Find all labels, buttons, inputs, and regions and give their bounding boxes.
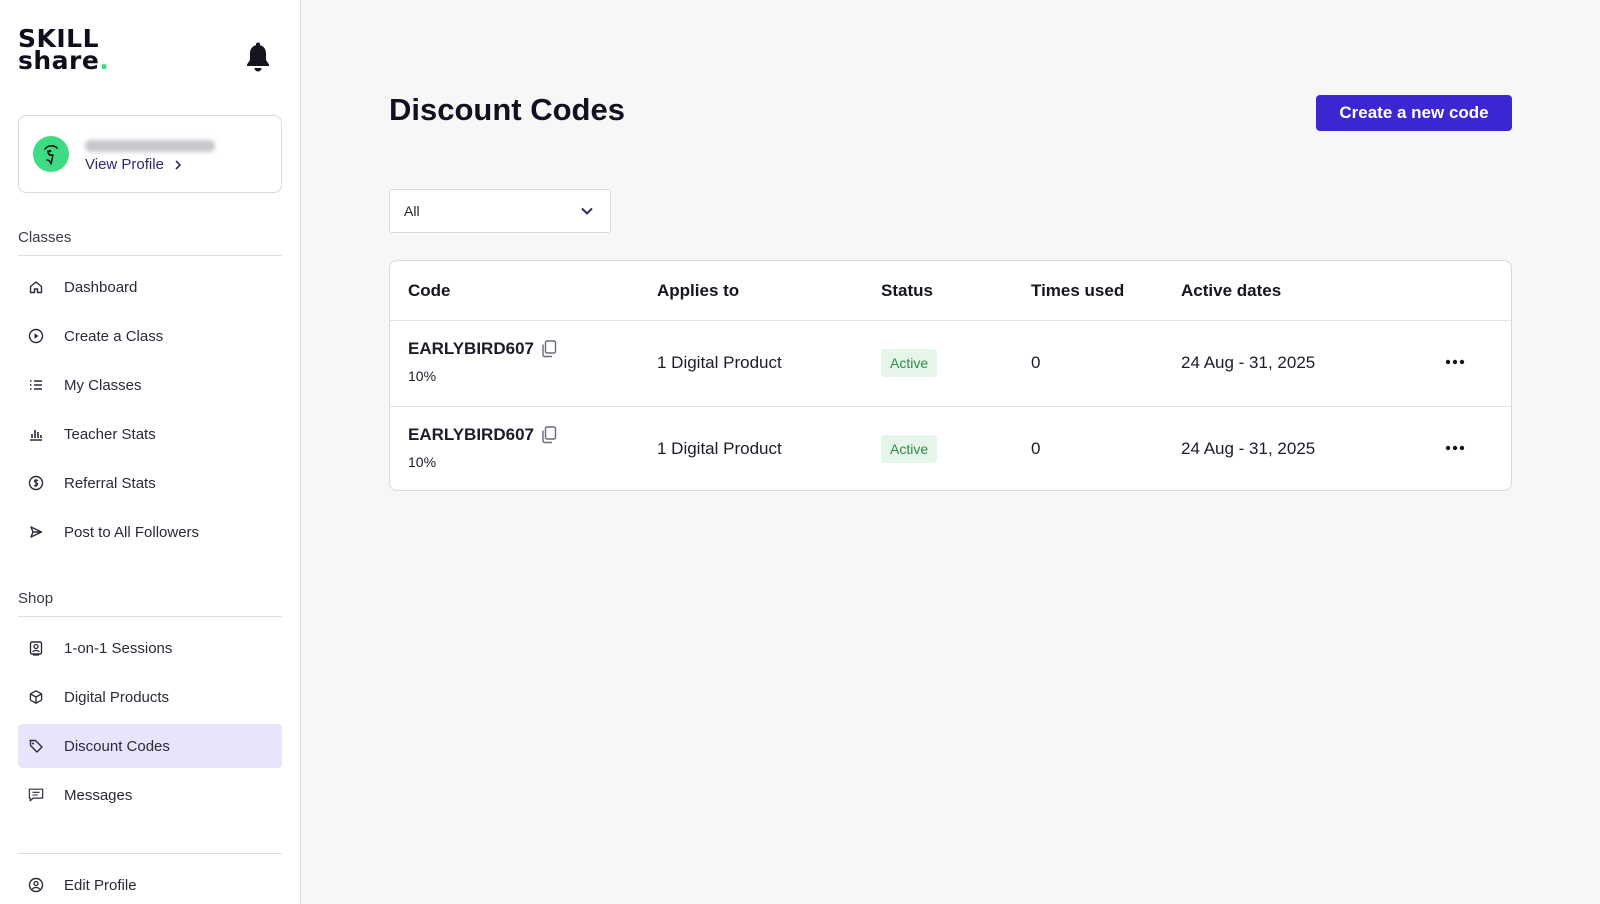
column-header-times-used: Times used [1031,281,1125,300]
skillshare-logo[interactable]: SKILL share. [18,26,109,73]
view-profile-label: View Profile [85,156,164,173]
box-icon [28,689,44,705]
sidebar-item-sessions[interactable]: 1-on-1 Sessions [18,626,282,670]
sidebar-item-post-to-followers[interactable]: Post to All Followers [18,510,282,554]
header-divider [390,320,1511,321]
times-used-value: 0 [1031,353,1041,372]
view-profile-link[interactable]: View Profile [85,156,182,173]
profile-card[interactable]: View Profile [18,115,282,193]
sidebar-item-messages[interactable]: Messages [18,773,282,817]
discount-code: EARLYBIRD607 [408,339,534,358]
applies-to-value: 1 Digital Product [657,439,782,458]
filter-selected-value: All [404,203,420,219]
dollar-circle-icon [28,475,44,491]
home-icon [28,279,44,295]
sidebar-item-label: Digital Products [64,688,170,706]
sidebar-item-referral-stats[interactable]: Referral Stats [18,461,282,505]
times-used-value: 0 [1031,439,1041,458]
sidebar-item-label: 1-on-1 Sessions [64,639,173,657]
status-badge: Active [881,435,938,463]
more-options-icon[interactable] [1440,438,1470,458]
shop-section-label: Shop [18,590,54,607]
column-header-status: Status [881,281,933,300]
sidebar-item-label: Post to All Followers [64,523,200,541]
sidebar-item-digital-products[interactable]: Digital Products [18,675,282,719]
classes-divider [18,255,282,256]
person-card-icon [28,640,44,656]
sidebar: SKILL share. View Profile Classes Dashbo… [0,0,301,904]
discount-percent: 10% [408,368,437,384]
footer-divider [18,853,282,854]
tag-icon [28,738,44,754]
sidebar-item-discount-codes[interactable]: Discount Codes [18,724,282,768]
bar-chart-icon [28,426,44,442]
sidebar-item-create-class[interactable]: Create a Class [18,314,282,358]
sidebar-item-label: My Classes [64,376,142,394]
sidebar-item-label: Dashboard [64,278,138,296]
chevron-right-icon [175,159,182,170]
bell-icon[interactable] [244,42,272,74]
profile-name-redacted [85,140,215,152]
status-badge: Active [881,349,938,377]
user-circle-icon [28,877,44,893]
sidebar-item-label: Referral Stats [64,474,156,492]
chevron-down-icon [581,207,593,215]
sidebar-item-teacher-stats[interactable]: Teacher Stats [18,412,282,456]
column-header-active-dates: Active dates [1181,281,1282,300]
more-options-icon[interactable] [1440,352,1470,372]
page-title: Discount Codes [389,92,625,127]
copy-icon[interactable] [541,340,557,358]
discount-code: EARLYBIRD607 [408,425,534,444]
avatar [33,136,69,172]
classes-section-label: Classes [18,229,72,246]
row-divider [390,406,1511,407]
sidebar-item-my-classes[interactable]: My Classes [18,363,282,407]
sidebar-item-label: Messages [64,786,133,804]
discount-percent: 10% [408,454,437,470]
sidebar-item-edit-profile[interactable]: Edit Profile [18,863,282,904]
column-header-code: Code [408,281,451,300]
status-filter-select[interactable]: All [389,189,611,233]
sidebar-item-label: Discount Codes [64,737,170,755]
applies-to-value: 1 Digital Product [657,353,782,372]
sidebar-item-label: Edit Profile [64,876,137,894]
column-header-applies-to: Applies to [657,281,740,300]
sidebar-item-label: Create a Class [64,327,164,345]
shop-divider [18,616,282,617]
discount-codes-table: Code Applies to Status Times used Active… [389,260,1512,491]
copy-icon[interactable] [541,426,557,444]
sidebar-item-dashboard[interactable]: Dashboard [18,265,282,309]
active-dates-value: 24 Aug - 31, 2025 [1181,439,1316,458]
create-code-button[interactable]: Create a new code [1316,95,1512,131]
message-icon [28,787,44,803]
send-icon [28,524,44,540]
list-icon [28,377,44,393]
active-dates-value: 24 Aug - 31, 2025 [1181,353,1316,372]
sidebar-item-label: Teacher Stats [64,425,156,443]
play-circle-icon [28,328,44,344]
